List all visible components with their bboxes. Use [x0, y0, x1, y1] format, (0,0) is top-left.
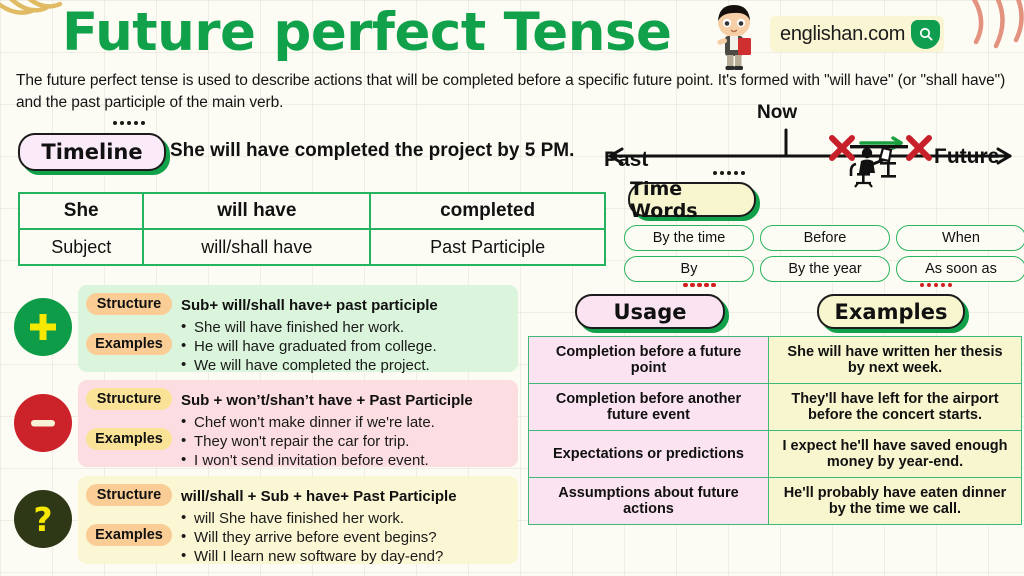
- example-cell: I expect he'll have saved enough money b…: [768, 430, 1022, 478]
- list-item[interactable]: By the time: [624, 225, 754, 251]
- examples-list: Chef won't make dinner if we're late. Th…: [181, 412, 435, 470]
- examples-list: She will have finished her work. He will…: [181, 317, 437, 375]
- site-logo-text: englishan.com: [780, 22, 906, 45]
- grammar-cell-auxiliary: will have: [142, 192, 372, 230]
- list-item: Chef won't make dinner if we're late.: [181, 412, 435, 432]
- structure-text: Sub + won’t/shan’t have + Past Participl…: [181, 392, 473, 409]
- question-form-block: Structure will/shall + Sub + have+ Past …: [78, 476, 518, 566]
- examples-list: will She have finished her work. Will th…: [181, 508, 443, 566]
- grammar-role-auxiliary: will/shall have: [142, 228, 372, 266]
- usage-cell: Expectations or predictions: [528, 430, 769, 478]
- timeline-badge: Timeline: [18, 133, 166, 171]
- grammar-role-verb: Past Participle: [369, 228, 606, 266]
- structure-text: will/shall + Sub + have+ Past Participle: [181, 488, 457, 505]
- list-item[interactable]: When: [896, 225, 1024, 251]
- grammar-structure-table: She will have completed Subject will/sha…: [17, 192, 606, 266]
- table-row-roles: Subject will/shall have Past Participle: [17, 228, 606, 266]
- grammar-cell-subject: She: [17, 192, 145, 230]
- timeline-axis: [608, 128, 1012, 165]
- timeline-sentence: She will have completed the project by 5…: [170, 140, 575, 161]
- timeline-badge-dots: [113, 121, 145, 125]
- list-item: She will have finished her work.: [181, 317, 437, 337]
- boy-with-book-icon: [717, 5, 751, 70]
- examples-badge-label: Examples: [834, 299, 948, 324]
- usage-cell: Completion before a future point: [528, 336, 769, 384]
- examples-tag: Examples: [86, 428, 172, 450]
- usage-badge-dots: [684, 283, 716, 287]
- examples-badge-dots: [920, 283, 952, 287]
- site-logo-badge[interactable]: englishan.com: [770, 16, 945, 52]
- usage-cell: Completion before another future event: [528, 383, 769, 431]
- minus-icon: [14, 394, 72, 452]
- usage-badge: Usage: [575, 294, 725, 329]
- table-row: Completion before a future point She wil…: [528, 336, 1022, 384]
- table-row: Expectations or predictions I expect he'…: [528, 430, 1022, 478]
- list-item[interactable]: By the year: [760, 256, 890, 282]
- time-words-badge-label: Time Words: [630, 177, 698, 222]
- positive-form-block: Structure Sub+ will/shall have+ past par…: [78, 285, 518, 375]
- list-item: He will have graduated from college.: [181, 336, 437, 356]
- list-item: I won't send invitation before event.: [181, 450, 435, 470]
- example-cell: They'll have left for the airport before…: [768, 383, 1022, 431]
- timeline-badge-label: Timeline: [41, 140, 143, 164]
- list-item: Will I learn new software by day-end?: [181, 546, 443, 566]
- page-title: Future perfect Tense: [62, 2, 672, 63]
- structure-tag: Structure: [86, 293, 172, 315]
- structure-tag: Structure: [86, 388, 172, 410]
- decorative-swoosh-top-right: [971, 0, 1024, 49]
- person-at-desk-icon: [849, 145, 908, 188]
- examples-badge: Examples: [817, 294, 965, 329]
- negative-form-block: Structure Sub + won’t/shan’t have + Past…: [78, 380, 518, 470]
- list-item[interactable]: Before: [760, 225, 890, 251]
- search-icon[interactable]: [911, 19, 941, 49]
- time-words-list: By the time Before When By By the year A…: [624, 225, 1024, 282]
- structure-tag: Structure: [86, 484, 172, 506]
- plus-icon: [14, 298, 72, 356]
- list-item: will She have finished her work.: [181, 508, 443, 528]
- table-row: Completion before another future event T…: [528, 383, 1022, 431]
- grammar-cell-verb: completed: [369, 192, 606, 230]
- grammar-role-subject: Subject: [17, 228, 145, 266]
- list-item: They won't repair the car for trip.: [181, 431, 435, 451]
- usage-badge-label: Usage: [613, 299, 687, 324]
- time-words-badge: Time Words: [628, 178, 756, 222]
- structure-text: Sub+ will/shall have+ past participle: [181, 297, 438, 314]
- usage-examples-table: Completion before a future point She wil…: [528, 336, 1022, 525]
- list-item[interactable]: As soon as: [896, 256, 1024, 282]
- examples-tag: Examples: [86, 524, 172, 546]
- list-item: Will they arrive before event begins?: [181, 527, 443, 547]
- time-words-badge-dots: [713, 171, 745, 175]
- examples-tag: Examples: [86, 333, 172, 355]
- example-cell: She will have written her thesis by next…: [768, 336, 1022, 384]
- table-row: Assumptions about future actions He'll p…: [528, 477, 1022, 525]
- table-row-example: She will have completed: [17, 192, 606, 230]
- list-item[interactable]: By: [624, 256, 754, 282]
- list-item: We will have completed the project.: [181, 355, 437, 375]
- question-mark-icon: ?: [14, 490, 72, 548]
- example-cell: He'll probably have eaten dinner by the …: [768, 477, 1022, 525]
- usage-cell: Assumptions about future actions: [528, 477, 769, 525]
